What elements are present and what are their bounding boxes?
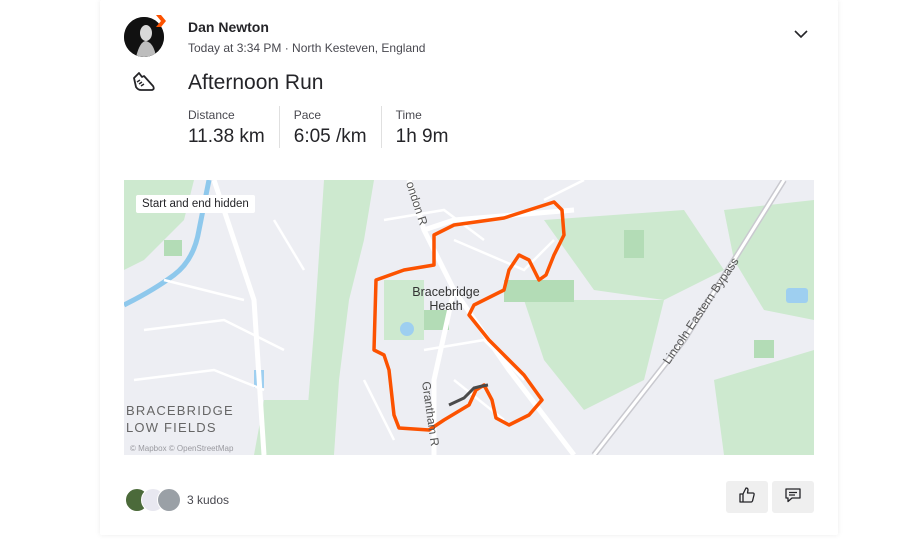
stat-label: Pace [293,108,322,122]
activity-timestamp-location: Today at 3:34 PM · North Kesteven, Engla… [188,41,426,55]
map-place-label: Heath [429,299,462,313]
map-road-label: Grantham R [419,380,442,447]
running-shoe-icon [131,69,157,95]
map-road-label: ondon R [403,180,430,227]
subscriber-badge-icon [154,14,168,28]
kudos-button[interactable] [726,481,768,513]
stat-label: Distance [188,108,235,122]
map-attribution: © Mapbox © OpenStreetMap [130,444,234,453]
stat-value: 1h 9m [395,126,449,147]
athlete-name[interactable]: Dan Newton [188,19,269,35]
comment-button[interactable] [772,481,814,513]
map-district-label: BRACEBRIDGE [126,403,234,418]
comment-icon [784,486,802,509]
stat-distance: Distance 11.38 km [188,106,280,148]
map-district-label: LOW FIELDS [126,420,217,435]
privacy-chip: Start and end hidden [136,195,255,213]
activity-title[interactable]: Afternoon Run [188,71,323,95]
stat-pace: Pace 6:05 /km [294,106,382,148]
avatar [157,488,181,512]
kudos-avatars[interactable] [125,488,185,512]
kudos-count[interactable]: 3 kudos [187,493,229,507]
thumbs-up-icon [738,486,756,509]
stat-time: Time 1h 9m [396,106,463,148]
stat-value: 6:05 /km [293,126,367,147]
route-map[interactable]: ondon R Grantham R Lincoln Eastern Bypas… [124,180,814,455]
map-place-label: Bracebridge [412,285,479,299]
chevron-down-icon[interactable] [793,27,809,41]
activity-stats: Distance 11.38 km Pace 6:05 /km Time 1h … [188,106,476,148]
stat-value: 11.38 km [188,126,265,147]
stat-label: Time [395,108,422,122]
activity-card: Dan Newton Today at 3:34 PM · North Kest… [100,0,838,535]
